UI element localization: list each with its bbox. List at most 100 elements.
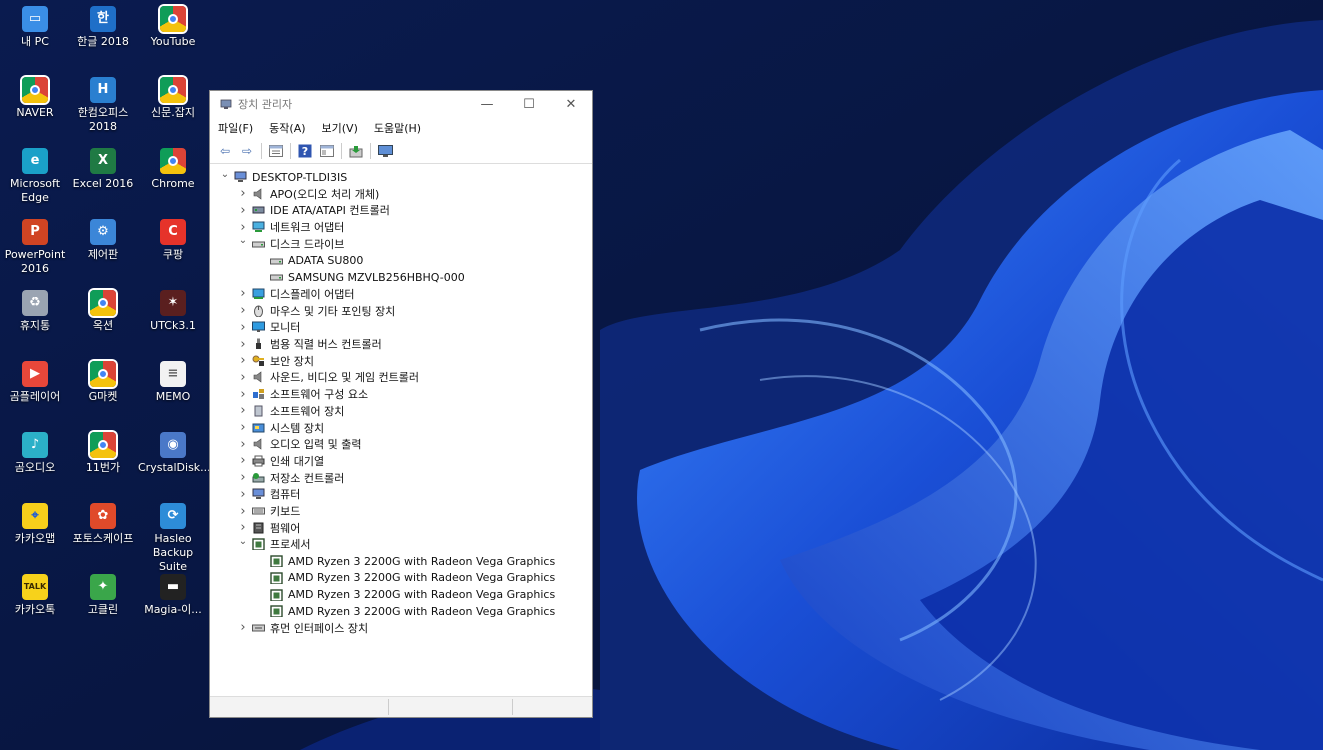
chevron-right-icon[interactable]: › (236, 437, 250, 452)
chevron-right-icon[interactable]: › (236, 203, 250, 218)
desktop-icon[interactable]: 옥션 (68, 290, 138, 333)
properties-icon[interactable] (267, 142, 285, 160)
tree-node[interactable]: ⌄ 프로세서 (236, 536, 311, 552)
desktop-icon[interactable]: ⌖ 카카오맵 (0, 503, 70, 546)
desktop-icon[interactable]: P PowerPoint 2016 (0, 219, 70, 276)
chevron-right-icon[interactable]: › (236, 286, 250, 301)
processor-icon (270, 555, 283, 568)
tree-node[interactable]: › 오디오 입력 및 출력 (236, 436, 361, 452)
desktop-icon[interactable]: ▬ Magia-이... (138, 574, 208, 617)
desktop-icon[interactable]: TALK 카카오톡 (0, 574, 70, 617)
tree-node[interactable]: › 마우스 및 기타 포인팅 장치 (236, 303, 395, 319)
tree-node[interactable]: › 사운드, 비디오 및 게임 컨트롤러 (236, 369, 419, 385)
title-bar[interactable]: 장치 관리자 — ☐ ✕ (210, 91, 592, 117)
menu-file[interactable]: 파일(F) (218, 120, 253, 136)
desktop-icon[interactable]: 한 한글 2018 (68, 6, 138, 49)
monitor-icon[interactable] (376, 142, 394, 160)
tree-node[interactable]: › 모니터 (236, 319, 300, 335)
tree-node[interactable]: › 저장소 컨트롤러 (236, 470, 344, 486)
chevron-right-icon[interactable]: › (236, 387, 250, 402)
chevron-right-icon[interactable]: › (236, 487, 250, 502)
chevron-down-icon[interactable]: ⌄ (218, 169, 232, 180)
tree-node[interactable]: › 컴퓨터 (236, 486, 300, 502)
desktop-icon[interactable]: ≡ MEMO (138, 361, 208, 404)
tree-node[interactable]: › 보안 장치 (236, 353, 314, 369)
chevron-right-icon[interactable]: › (236, 337, 250, 352)
disk-icon (270, 258, 283, 264)
desktop-icon[interactable]: ⚙ 제어판 (68, 219, 138, 262)
desktop-icon[interactable]: G마켓 (68, 361, 138, 404)
desktop-icon[interactable]: ✿ 포토스케이프 (68, 503, 138, 546)
desktop-icon[interactable]: Chrome (138, 148, 208, 191)
desktop-icon[interactable]: 신문.잡지 (138, 77, 208, 120)
desktop-icon[interactable]: ♻ 휴지통 (0, 290, 70, 333)
desktop-icon[interactable]: ▶ 곰플레이어 (0, 361, 70, 404)
tree-node[interactable]: › APO(오디오 처리 개체) (236, 186, 379, 202)
chevron-right-icon[interactable]: › (236, 220, 250, 235)
chevron-right-icon[interactable]: › (236, 520, 250, 535)
desktop-icon[interactable]: e Microsoft Edge (0, 148, 70, 205)
chevron-right-icon[interactable]: › (236, 353, 250, 368)
tree-node[interactable]: AMD Ryzen 3 2200G with Radeon Vega Graph… (254, 603, 555, 619)
tree-node[interactable]: › 소프트웨어 구성 요소 (236, 386, 368, 402)
update-driver-icon[interactable] (347, 142, 365, 160)
tree-node[interactable]: › 펌웨어 (236, 520, 300, 536)
desktop-icon[interactable]: NAVER (0, 77, 70, 120)
tree-node[interactable]: ⌄ 디스크 드라이브 (236, 235, 345, 252)
device-manager-window[interactable]: 장치 관리자 — ☐ ✕ 파일(F) 동작(A) 보기(V) 도움말(H) ⇦ … (209, 90, 593, 718)
chevron-right-icon[interactable]: › (236, 320, 250, 335)
chevron-right-icon[interactable]: › (236, 620, 250, 635)
desktop-icon[interactable]: C 쿠팡 (138, 219, 208, 262)
tree-node[interactable]: AMD Ryzen 3 2200G with Radeon Vega Graph… (254, 553, 555, 569)
chevron-down-icon[interactable]: ⌄ (236, 536, 250, 547)
close-button[interactable]: ✕ (550, 91, 592, 117)
tree-node[interactable]: AMD Ryzen 3 2200G with Radeon Vega Graph… (254, 570, 555, 586)
chevron-right-icon[interactable]: › (236, 303, 250, 318)
desktop-icon[interactable]: ✶ UTCk3.1 (138, 290, 208, 333)
tree-node[interactable]: › 휴먼 인터페이스 장치 (236, 620, 368, 636)
desktop-icon[interactable]: X Excel 2016 (68, 148, 138, 191)
desktop-icon[interactable]: H 한컴오피스 2018 (68, 77, 138, 134)
desktop-icon[interactable]: ▭ 내 PC (0, 6, 70, 49)
chevron-down-icon[interactable]: ⌄ (236, 235, 250, 246)
view-icon[interactable] (318, 142, 336, 160)
tree-node[interactable]: AMD Ryzen 3 2200G with Radeon Vega Graph… (254, 587, 555, 603)
desktop-icon[interactable]: ✦ 고클린 (68, 574, 138, 617)
menu-action[interactable]: 동작(A) (269, 120, 305, 136)
tree-node[interactable]: › 시스템 장치 (236, 420, 324, 436)
tree-node[interactable]: SAMSUNG MZVLB256HBHQ-000 (254, 269, 465, 285)
tree-node[interactable]: › 인쇄 대기열 (236, 453, 324, 469)
maximize-button[interactable]: ☐ (508, 91, 550, 117)
chevron-right-icon[interactable]: › (236, 453, 250, 468)
menu-help[interactable]: 도움말(H) (374, 120, 421, 136)
tree-node-label: ADATA SU800 (288, 254, 364, 267)
menu-view[interactable]: 보기(V) (322, 120, 358, 136)
chevron-right-icon[interactable]: › (236, 504, 250, 519)
chevron-right-icon[interactable]: › (236, 186, 250, 201)
chevron-right-icon[interactable]: › (236, 470, 250, 485)
tree-node[interactable]: › 범용 직렬 버스 컨트롤러 (236, 336, 381, 352)
window-title: 장치 관리자 (238, 98, 293, 111)
status-bar (210, 696, 592, 717)
desktop-icon[interactable]: ⟳ Hasleo Backup Suite (138, 503, 208, 574)
desktop-icon[interactable]: ♪ 곰오디오 (0, 432, 70, 475)
help-icon[interactable]: ? (296, 142, 314, 160)
tree-node[interactable]: ADATA SU800 (254, 253, 363, 269)
back-icon[interactable]: ⇦ (216, 142, 234, 160)
desktop-icon[interactable]: YouTube (138, 6, 208, 49)
tree-node[interactable]: › IDE ATA/ATAPI 컨트롤러 (236, 202, 389, 218)
chevron-right-icon[interactable]: › (236, 420, 250, 435)
tree-node[interactable]: › 키보드 (236, 503, 300, 519)
forward-icon[interactable]: ⇨ (238, 142, 256, 160)
chevron-right-icon[interactable]: › (236, 370, 250, 385)
tree-node[interactable]: › 소프트웨어 장치 (236, 403, 344, 419)
tree-node[interactable]: › 디스플레이 어댑터 (236, 286, 354, 302)
tree-node-label: APO(오디오 처리 개체) (270, 187, 380, 201)
desktop-icon[interactable]: ◉ CrystalDisk... (138, 432, 211, 475)
minimize-button[interactable]: — (466, 91, 508, 117)
tree-node[interactable]: › 네트워크 어댑터 (236, 219, 344, 235)
firmware-icon (253, 522, 264, 534)
tree-node[interactable]: ⌄ DESKTOP-TLDI3IS (218, 169, 347, 185)
desktop-icon[interactable]: 11번가 (68, 432, 138, 475)
chevron-right-icon[interactable]: › (236, 403, 250, 418)
